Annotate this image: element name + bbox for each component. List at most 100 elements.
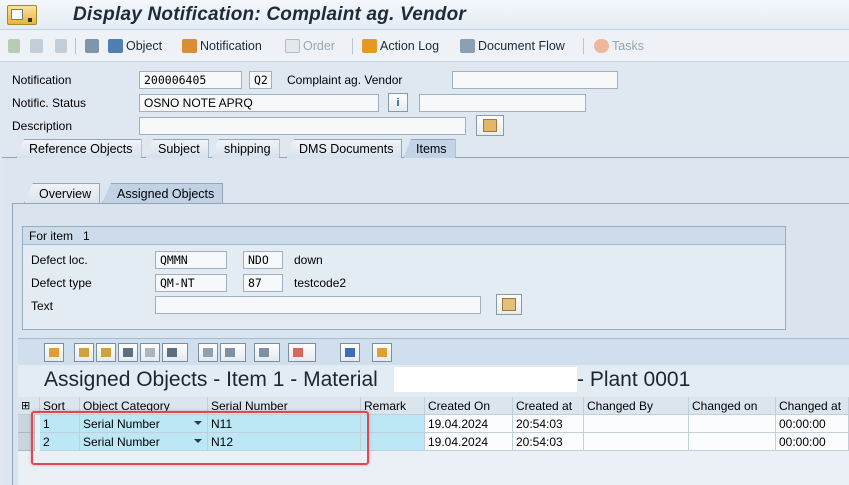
cell-changed-on bbox=[689, 415, 776, 433]
cell-changed-by bbox=[584, 415, 689, 433]
action-log-icon bbox=[362, 39, 377, 53]
link-icon[interactable] bbox=[55, 39, 67, 53]
document-flow-button-label: Document Flow bbox=[478, 39, 565, 53]
cell-changed-on bbox=[689, 433, 776, 451]
object-button-label: Object bbox=[126, 39, 163, 53]
column-header-changed-at[interactable]: Changed at bbox=[776, 397, 849, 415]
notification-tree-icon bbox=[182, 39, 197, 53]
cell-remark[interactable] bbox=[361, 415, 425, 433]
sort-descending-icon bbox=[101, 348, 111, 357]
document-flow-button[interactable]: Document Flow bbox=[460, 37, 565, 55]
tasks-icon bbox=[594, 39, 609, 53]
action-log-button[interactable]: Action Log bbox=[362, 37, 439, 55]
item-long-text-button[interactable] bbox=[496, 294, 522, 315]
tasks-button-label: Tasks bbox=[612, 39, 644, 53]
column-header-created-at[interactable]: Created at bbox=[513, 397, 584, 415]
find-next-button[interactable] bbox=[140, 343, 160, 362]
display-text-icon bbox=[502, 298, 516, 311]
tab-shipping[interactable]: shipping bbox=[211, 139, 280, 158]
edit-form-icon[interactable] bbox=[85, 39, 99, 53]
filter-icon bbox=[167, 348, 177, 357]
item-title-label: For item bbox=[29, 229, 74, 243]
details-button[interactable] bbox=[44, 343, 64, 362]
info-icon bbox=[345, 348, 355, 357]
sap-menu-icon[interactable] bbox=[7, 5, 37, 25]
material-number-redacted bbox=[394, 367, 577, 392]
print-icon bbox=[203, 348, 213, 357]
alv-title-prefix: Assigned Objects - Item 1 - Material bbox=[44, 368, 378, 391]
column-header-remark[interactable]: Remark bbox=[361, 397, 425, 415]
print-button[interactable] bbox=[198, 343, 218, 362]
notification-button-label: Notification bbox=[200, 39, 262, 53]
layout-icon bbox=[293, 348, 303, 357]
long-text-button[interactable] bbox=[476, 115, 504, 136]
tab-reference-objects[interactable]: Reference Objects bbox=[16, 139, 142, 158]
cell-changed-at: 00:00:00 bbox=[776, 415, 849, 433]
description-label: Description bbox=[12, 119, 73, 133]
action-log-button-label: Action Log bbox=[380, 39, 440, 53]
defect-type-code-field[interactable]: 87 bbox=[243, 274, 283, 292]
column-header-changed-by[interactable]: Changed By bbox=[584, 397, 689, 415]
tasks-button[interactable]: Tasks bbox=[594, 37, 644, 55]
views-button[interactable] bbox=[220, 343, 246, 362]
tab-dms-documents[interactable]: DMS Documents bbox=[286, 139, 403, 158]
item-title-value: 1 bbox=[83, 229, 90, 243]
chart-icon bbox=[377, 348, 387, 357]
tab-subject[interactable]: Subject bbox=[145, 139, 209, 158]
title-bar: Display Notification: Complaint ag. Vend… bbox=[0, 0, 849, 30]
status-info-button[interactable]: i bbox=[388, 93, 408, 112]
highlight-box bbox=[31, 411, 369, 465]
column-header-created-on[interactable]: Created On bbox=[425, 397, 513, 415]
item-group-title: For item 1 bbox=[23, 227, 785, 245]
notification-extra-field[interactable] bbox=[452, 71, 618, 89]
description-field[interactable] bbox=[139, 117, 466, 135]
subtab-assigned-objects[interactable]: Assigned Objects bbox=[102, 183, 224, 203]
document-flow-icon bbox=[460, 39, 475, 53]
status-field[interactable]: OSNO NOTE APRQ bbox=[139, 94, 379, 112]
order-button[interactable]: Order bbox=[285, 37, 335, 55]
notification-button[interactable]: Notification bbox=[182, 37, 262, 55]
defect-loc-catalog-field[interactable]: QMMN bbox=[155, 251, 227, 269]
flag-icon[interactable] bbox=[8, 39, 20, 53]
find-next-icon bbox=[145, 348, 155, 357]
edit-text-icon bbox=[483, 119, 497, 132]
info-icon: i bbox=[396, 96, 400, 109]
subtab-overview[interactable]: Overview bbox=[24, 183, 101, 203]
object-button[interactable]: Object bbox=[108, 37, 162, 55]
defect-type-label: Defect type bbox=[31, 276, 92, 290]
cell-created-at: 20:54:03 bbox=[513, 415, 584, 433]
binoculars-icon bbox=[123, 348, 133, 357]
export-button[interactable] bbox=[254, 343, 280, 362]
notification-type-text: Complaint ag. Vendor bbox=[287, 73, 403, 87]
window-title: Display Notification: Complaint ag. Vend… bbox=[73, 4, 467, 25]
find-button[interactable] bbox=[118, 343, 138, 362]
tab-items[interactable]: Items bbox=[403, 139, 456, 158]
sort-ascending-button[interactable] bbox=[74, 343, 94, 362]
notification-type-field[interactable]: Q2 bbox=[249, 71, 272, 89]
sort-ascending-icon bbox=[79, 348, 89, 357]
alv-toolbar bbox=[18, 338, 849, 365]
defect-loc-code-field[interactable]: NDO bbox=[243, 251, 283, 269]
cell-remark[interactable] bbox=[361, 433, 425, 451]
status-extra-field[interactable] bbox=[419, 94, 586, 112]
cell-changed-at: 00:00:00 bbox=[776, 433, 849, 451]
item-text-field[interactable] bbox=[155, 296, 481, 314]
export-icon bbox=[259, 348, 269, 357]
layout-button[interactable] bbox=[288, 343, 316, 362]
graphic-button[interactable] bbox=[372, 343, 392, 362]
info-button[interactable] bbox=[340, 343, 360, 362]
cell-created-at: 20:54:03 bbox=[513, 433, 584, 451]
filter-button[interactable] bbox=[162, 343, 188, 362]
notification-number-field[interactable]: 200006405 bbox=[139, 71, 242, 89]
application-toolbar: Object Notification Order Action Log Doc… bbox=[0, 30, 849, 62]
order-button-label: Order bbox=[303, 39, 335, 53]
alv-title: Assigned Objects - Item 1 - Material - P… bbox=[18, 365, 849, 397]
undo-icon[interactable] bbox=[30, 39, 43, 53]
document-icon bbox=[285, 39, 300, 53]
defect-type-catalog-field[interactable]: QM-NT bbox=[155, 274, 227, 292]
sort-descending-button[interactable] bbox=[96, 343, 116, 362]
defect-loc-text: down bbox=[294, 253, 323, 267]
views-icon bbox=[225, 348, 235, 357]
column-header-changed-on[interactable]: Changed on bbox=[689, 397, 776, 415]
cell-created-on: 19.04.2024 bbox=[425, 415, 513, 433]
